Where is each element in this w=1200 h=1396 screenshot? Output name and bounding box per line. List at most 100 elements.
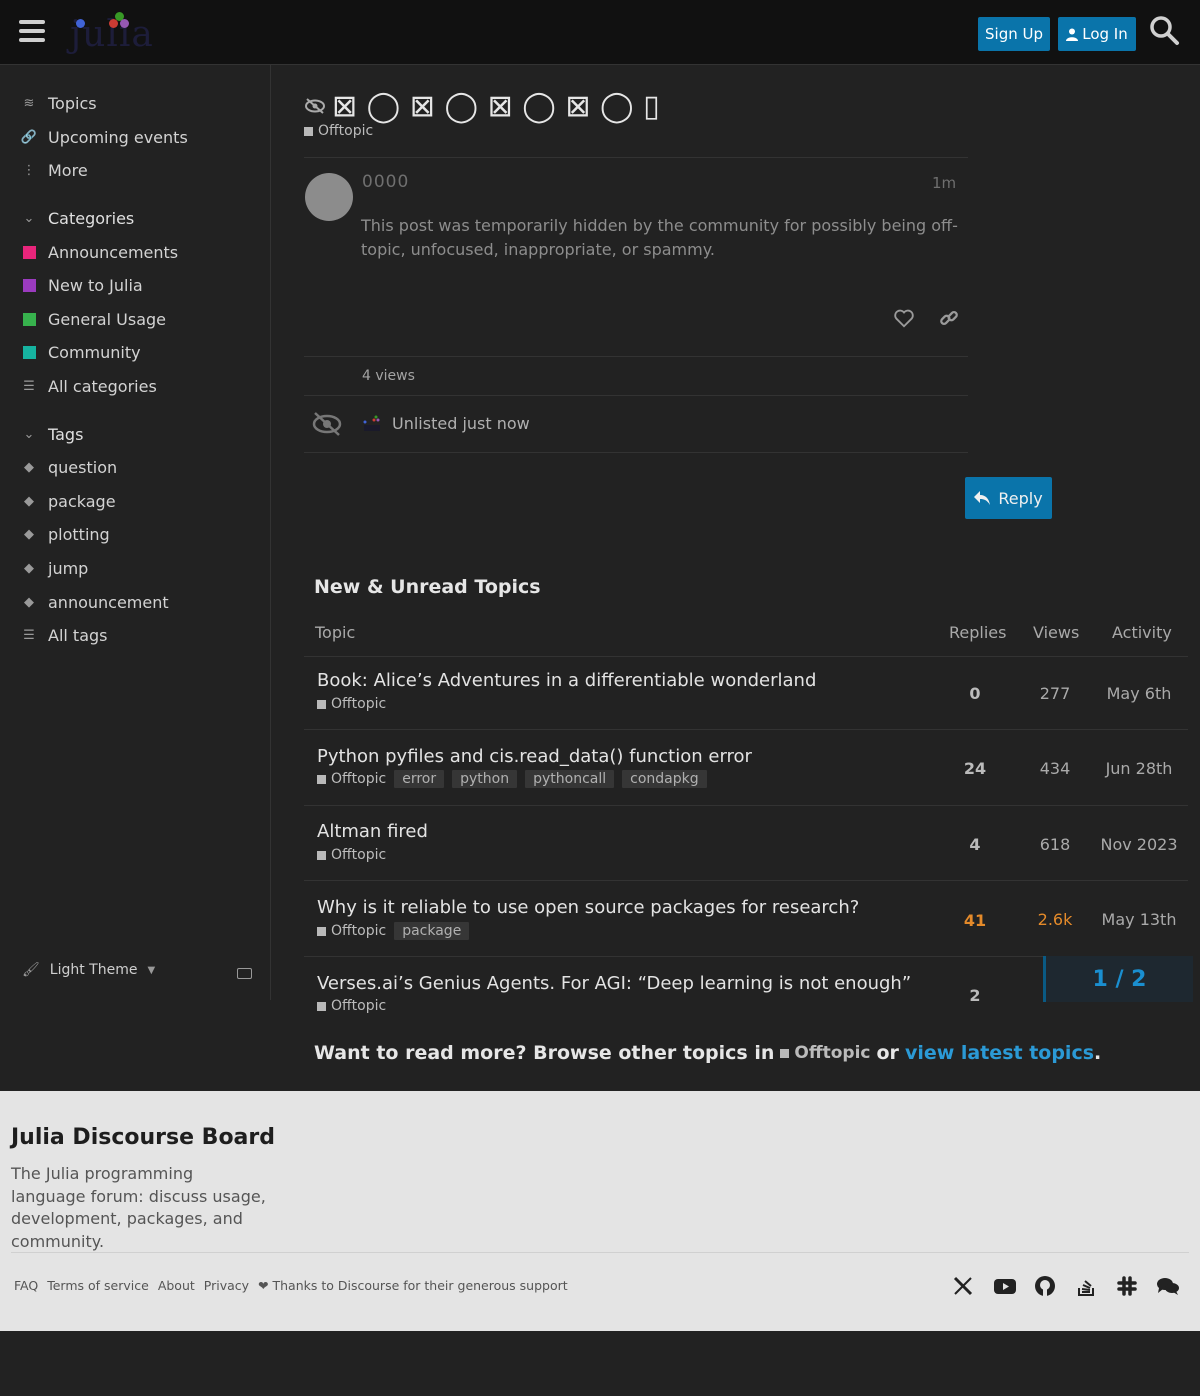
tag-chip[interactable]: package <box>394 922 470 940</box>
topic-row-activity[interactable]: May 6th <box>1099 684 1179 703</box>
footer-link-privacy[interactable]: Privacy <box>204 1278 249 1293</box>
column-header-activity[interactable]: Activity <box>1112 623 1172 642</box>
post-username[interactable]: 0000 <box>362 172 409 192</box>
column-header-replies[interactable]: Replies <box>949 623 1006 642</box>
category-color-square <box>22 278 36 292</box>
share-link-icon[interactable] <box>938 307 960 329</box>
topic-row-activity[interactable]: Nov 2023 <box>1099 835 1179 854</box>
topic-row-category[interactable]: Offtopic <box>317 696 386 712</box>
topic-row-views: 277 <box>1039 684 1071 703</box>
topic-row-views: 618 <box>1039 835 1071 854</box>
sidebar-item-topics[interactable]: ≋ Topics <box>22 91 97 115</box>
footer-link-terms[interactable]: Terms of service <box>47 1278 149 1293</box>
footer-divider <box>11 1252 1189 1253</box>
avatar[interactable] <box>305 173 353 221</box>
tag-chip[interactable]: pythoncall <box>525 770 615 788</box>
categories-heading[interactable]: ⌄ Categories <box>22 206 135 230</box>
tag-chip[interactable]: error <box>394 770 445 788</box>
category-label: Offtopic <box>318 123 374 139</box>
tags-heading[interactable]: ⌄ Tags <box>22 422 84 446</box>
sidebar-item-all-tags[interactable]: ☰ All tags <box>22 623 107 647</box>
log-in-button[interactable]: Log In <box>1058 17 1136 51</box>
topic-row-meta: Offtopic <box>317 696 386 712</box>
topic-row-activity[interactable]: Jun 28th <box>1099 759 1179 778</box>
sidebar-item-more[interactable]: ⋮ More <box>22 158 88 182</box>
topic-row-title[interactable]: Python pyfiles and cis.read_data() funct… <box>317 746 752 767</box>
sidebar-item-label: General Usage <box>48 309 166 329</box>
log-in-label: Log In <box>1082 25 1128 43</box>
post-age[interactable]: 1m <box>932 174 956 192</box>
topic-row-category[interactable]: Offtopic <box>317 771 386 787</box>
column-header-views[interactable]: Views <box>1033 623 1079 642</box>
category-color-square <box>317 926 326 936</box>
like-heart-icon[interactable] <box>893 307 915 329</box>
topic-row-title[interactable]: Altman fired <box>317 821 428 842</box>
topic-row-meta: Offtopic package <box>317 922 470 940</box>
read-more-category-badge[interactable]: Offtopic <box>780 1043 871 1063</box>
small-julia-avatar-icon[interactable] <box>362 413 382 433</box>
x-icon[interactable] <box>952 1275 976 1299</box>
topic-row-category[interactable]: Offtopic <box>317 847 386 863</box>
column-header-topic: Topic <box>315 623 356 642</box>
footer-link-discourse[interactable]: ❤ Thanks to Discourse for their generous… <box>258 1278 568 1293</box>
topic-progress-indicator[interactable]: 1 / 2 <box>1043 956 1193 1002</box>
tag-icon: ◆ <box>24 594 34 610</box>
tag-chip[interactable]: condapkg <box>622 770 707 788</box>
topic-row-category[interactable]: Offtopic <box>317 923 386 939</box>
category-color-square <box>22 245 36 259</box>
tag-chip[interactable]: python <box>452 770 518 788</box>
sidebar-item-tag-package[interactable]: ◆ package <box>22 489 116 513</box>
sidebar-item-tag-plotting[interactable]: ◆ plotting <box>22 522 110 546</box>
reply-button[interactable]: Reply <box>965 477 1052 519</box>
tags-heading-label: Tags <box>48 424 84 444</box>
layers-icon: ≋ <box>23 95 35 111</box>
topic-row-activity[interactable]: May 13th <box>1099 910 1179 929</box>
topic-row-title[interactable]: Why is it reliable to use open source pa… <box>317 897 859 918</box>
sidebar-item-all-categories[interactable]: ☰ All categories <box>22 374 157 398</box>
footer-link-faq[interactable]: FAQ <box>14 1278 38 1293</box>
sidebar-item-label: All categories <box>48 376 157 396</box>
footer-link-about[interactable]: About <box>158 1278 195 1293</box>
sidebar-item-general-usage[interactable]: General Usage <box>22 307 166 331</box>
topic-row-category[interactable]: Offtopic <box>317 998 386 1014</box>
keyboard-shortcuts-icon[interactable] <box>237 968 252 979</box>
sidebar-item-community[interactable]: Community <box>22 340 141 364</box>
search-icon[interactable] <box>1148 14 1184 50</box>
topic-row-title[interactable]: Verses.ai’s Genius Agents. For AGI: “Dee… <box>317 973 911 994</box>
divider <box>304 729 1188 730</box>
sidebar-item-label: package <box>48 491 116 511</box>
slack-icon[interactable] <box>1116 1275 1140 1299</box>
chat-icon[interactable] <box>1156 1275 1180 1299</box>
topic-row-meta: Offtopic <box>317 847 386 863</box>
sidebar-item-tag-jump[interactable]: ◆ jump <box>22 556 88 580</box>
topic-row-replies: 2 <box>969 986 981 1005</box>
sidebar-item-label: Community <box>48 342 141 362</box>
read-more-end: . <box>1094 1042 1102 1064</box>
topic-views: 4 views <box>362 368 415 384</box>
topic-row-replies: 4 <box>969 835 981 854</box>
youtube-icon[interactable] <box>993 1275 1017 1299</box>
tag-icon: ◆ <box>24 560 34 576</box>
categories-heading-label: Categories <box>48 208 135 228</box>
topic-row-title[interactable]: Book: Alice’s Adventures in a differenti… <box>317 670 816 691</box>
sidebar-item-tag-question[interactable]: ◆ question <box>22 455 117 479</box>
sidebar-item-tag-announcement[interactable]: ◆ announcement <box>22 590 169 614</box>
sidebar-item-upcoming-events[interactable]: 🔗 Upcoming events <box>21 125 188 149</box>
theme-selector[interactable]: 🖌 Light Theme ▼ <box>22 962 155 978</box>
sidebar-item-new-to-julia[interactable]: New to Julia <box>22 273 143 297</box>
github-icon[interactable] <box>1034 1275 1058 1299</box>
user-icon <box>1066 28 1079 41</box>
julia-logo[interactable]: julia <box>70 8 153 58</box>
chevron-down-icon: ⌄ <box>23 210 35 226</box>
sidebar-item-announcements[interactable]: Announcements <box>22 240 178 264</box>
topic-title: ⊠ ◯ ⊠ ◯ ⊠ ◯ ⊠ ◯ ▯ <box>304 88 660 124</box>
topic-row-views: 2.6k <box>1037 910 1073 929</box>
read-more-prefix: Want to read more? Browse other topics i… <box>314 1042 775 1064</box>
category-color-square <box>317 850 326 860</box>
hamburger-menu-icon[interactable] <box>19 20 45 44</box>
view-latest-topics-link[interactable]: view latest topics <box>905 1042 1094 1064</box>
topic-category-badge[interactable]: Offtopic <box>304 123 373 139</box>
sign-up-button[interactable]: Sign Up <box>978 17 1050 51</box>
divider <box>304 157 968 158</box>
stackoverflow-icon[interactable] <box>1076 1275 1100 1299</box>
